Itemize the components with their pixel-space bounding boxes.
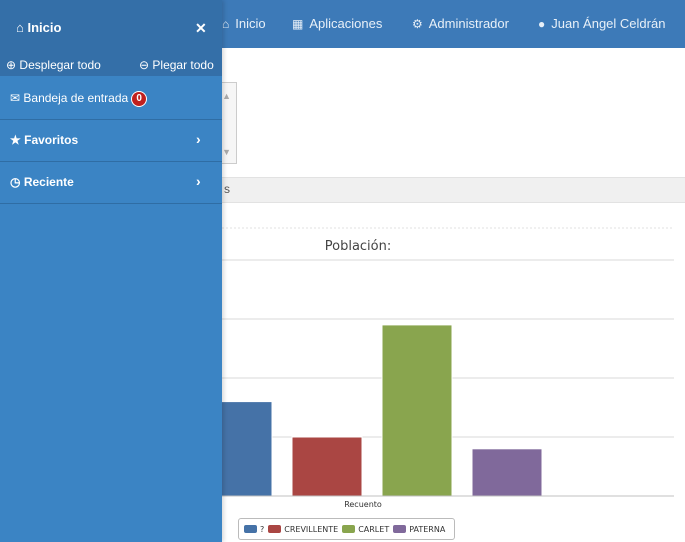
bar-3[interactable] [381,324,453,497]
home-icon: ⌂ [16,20,28,35]
legend-entry[interactable]: ? [244,525,264,534]
legend-entry[interactable]: CARLET [342,525,389,534]
sidebar-item-favoritos[interactable]: ★ Favoritos › [0,120,222,162]
bar-4[interactable] [471,448,543,497]
sidebar-panel: ⌂ Inicio ✕ ⊕ Desplegar todo ⊖ Plegar tod… [0,0,222,542]
legend-entry[interactable]: CREVILLENTE [268,525,338,534]
chevron-right-icon: › [196,131,201,147]
sidebar-toggle-row: ⊕ Desplegar todo ⊖ Plegar todo [0,56,222,76]
reciente-label: Reciente [23,175,74,189]
expand-all-label: Desplegar todo [19,58,101,72]
chevron-right-icon: › [196,173,201,189]
clock-icon: ◷ [10,175,21,189]
collapse-all-label: Plegar todo [152,58,214,72]
inbox-count-badge: 0 [132,91,147,106]
envelope-icon: ✉ [10,91,21,105]
chart-bars [201,324,543,497]
sidebar-title: ⌂ Inicio [16,20,61,35]
legend-swatch [244,525,257,533]
inbox-label: Bandeja de entrada [23,91,129,105]
legend-label: PATERNA [409,524,446,534]
legend-entry[interactable]: PATERNA [393,525,445,534]
favoritos-label: Favoritos [24,133,79,147]
legend-swatch [342,525,356,533]
sidebar-item-reciente[interactable]: ◷ Reciente › [0,162,222,204]
plus-circle-icon: ⊕ [6,58,17,72]
sidebar-item-inbox[interactable]: ✉ Bandeja de entrada 0 [0,78,222,120]
chart-legend: ? CREVILLENTE CARLET PATERNA [238,518,456,540]
sidebar-title-label: Inicio [27,20,62,35]
collapse-all-button[interactable]: ⊖ Plegar todo [139,58,214,72]
star-icon: ★ [10,133,21,147]
bar-2[interactable] [291,436,363,497]
close-icon[interactable]: ✕ [195,20,207,37]
legend-swatch [393,525,407,533]
x-axis-label: Recuento [344,500,382,509]
legend-label: ? [260,524,265,534]
legend-label: CREVILLENTE [284,524,339,534]
minus-circle-icon: ⊖ [139,58,150,72]
legend-label: CARLET [358,524,390,534]
sidebar-header: ⌂ Inicio ✕ [0,0,222,56]
expand-all-button[interactable]: ⊕ Desplegar todo [6,58,101,72]
chart-title: Población: [325,239,392,254]
legend-swatch [268,525,282,533]
